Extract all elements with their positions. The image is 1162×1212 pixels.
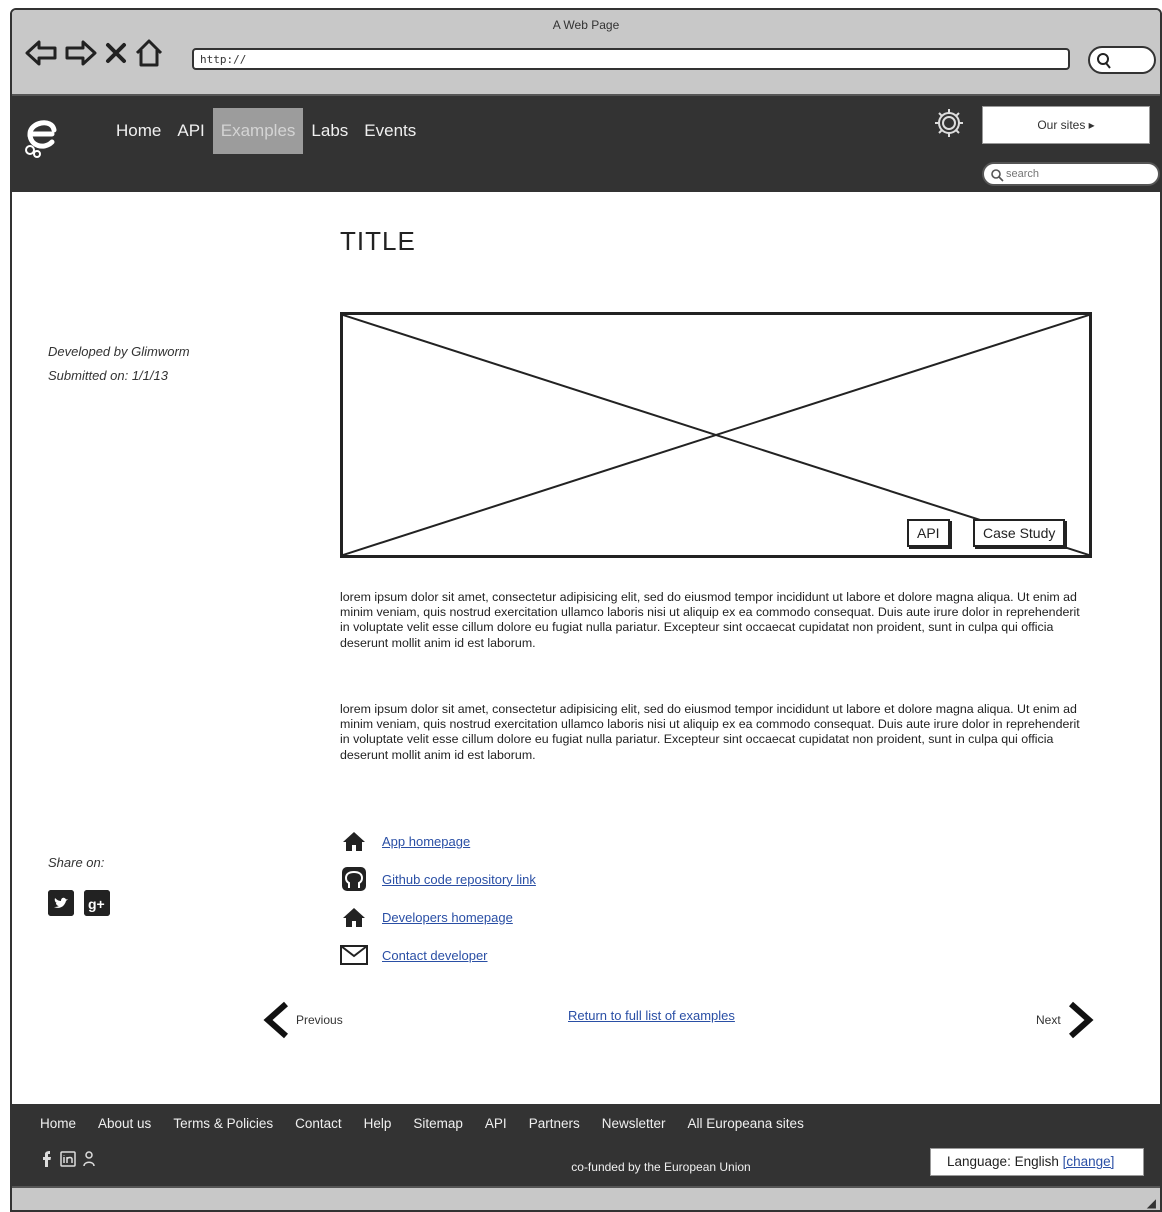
forward-arrow-icon[interactable]: [64, 39, 98, 67]
language-change-link[interactable]: [change]: [1063, 1154, 1115, 1169]
home-icon: [340, 827, 368, 855]
page-title: TITLE: [340, 226, 416, 256]
app-homepage-link[interactable]: App homepage: [382, 834, 470, 849]
home-icon[interactable]: [134, 38, 164, 68]
link-developers-homepage: Developers homepage: [340, 898, 536, 936]
footer-partners[interactable]: Partners: [529, 1116, 580, 1131]
api-button[interactable]: API: [907, 519, 950, 547]
footer-about[interactable]: About us: [98, 1116, 151, 1131]
gear-icon[interactable]: [932, 106, 966, 145]
language-selector: Language: English [change]: [930, 1148, 1144, 1176]
developers-homepage-link[interactable]: Developers homepage: [382, 910, 513, 925]
browser-nav: [24, 38, 164, 68]
search-icon: [991, 169, 1004, 182]
next-label: Next: [1036, 1013, 1061, 1027]
resize-grip-icon[interactable]: ◢: [1147, 1196, 1156, 1210]
github-icon: [340, 865, 368, 893]
return-to-list-link[interactable]: Return to full list of examples: [568, 1008, 735, 1023]
site-logo[interactable]: [22, 110, 62, 163]
hero-image-placeholder: API Case Study: [340, 312, 1092, 558]
window-title: A Web Page: [552, 18, 620, 32]
nav-examples[interactable]: Examples: [212, 108, 304, 154]
nav-events[interactable]: Events: [356, 108, 424, 154]
share-label: Share on:: [48, 855, 105, 870]
footer-api[interactable]: API: [485, 1116, 507, 1131]
site-footer: Home About us Terms & Policies Contact H…: [12, 1104, 1160, 1186]
mail-icon: [340, 941, 368, 969]
google-plus-icon[interactable]: g+: [84, 890, 110, 916]
browser-window: A Web Page http:// Home API Examples Lab…: [10, 8, 1162, 1212]
chevron-right-icon: [1068, 1001, 1094, 1039]
nav-labs[interactable]: Labs: [303, 108, 356, 154]
next-button[interactable]: Next: [1036, 1000, 1095, 1040]
previous-button[interactable]: Previous: [262, 1000, 343, 1040]
previous-label: Previous: [296, 1013, 343, 1027]
url-input[interactable]: http://: [192, 48, 1070, 70]
github-link[interactable]: Github code repository link: [382, 872, 536, 887]
svg-text:g+: g+: [88, 896, 105, 912]
nav-home[interactable]: Home: [108, 108, 169, 154]
home-icon: [340, 903, 368, 931]
project-meta: Developed by Glimworm Submitted on: 1/1/…: [48, 340, 190, 388]
link-app-homepage: App homepage: [340, 822, 536, 860]
footer-home[interactable]: Home: [40, 1116, 76, 1131]
contact-developer-link[interactable]: Contact developer: [382, 948, 488, 963]
site-header: Home API Examples Labs Events Our sites …: [12, 96, 1160, 192]
browser-chrome: A Web Page http://: [12, 10, 1160, 96]
link-github: Github code repository link: [340, 860, 536, 898]
search-input[interactable]: [1006, 166, 1146, 182]
site-search: [982, 162, 1160, 186]
language-label: Language: English: [947, 1154, 1059, 1169]
link-contact-developer: Contact developer: [340, 936, 536, 974]
chevron-left-icon: [263, 1001, 288, 1039]
footer-contact[interactable]: Contact: [295, 1116, 342, 1131]
close-icon[interactable]: [104, 39, 128, 67]
magnifier-icon: [1097, 53, 1111, 69]
developed-by: Developed by Glimworm: [48, 344, 190, 359]
case-study-button[interactable]: Case Study: [973, 519, 1066, 547]
footer-newsletter[interactable]: Newsletter: [602, 1116, 666, 1131]
project-links: App homepage Github code repository link…: [340, 822, 536, 974]
browser-status-bar: ◢: [12, 1186, 1160, 1210]
main-nav: Home API Examples Labs Events: [108, 108, 424, 154]
footer-terms[interactable]: Terms & Policies: [173, 1116, 273, 1131]
footer-sitemap[interactable]: Sitemap: [413, 1116, 463, 1131]
footer-nav: Home About us Terms & Policies Contact H…: [40, 1116, 826, 1131]
submitted-on: Submitted on: 1/1/13: [48, 368, 168, 383]
description-paragraph-2: lorem ipsum dolor sit amet, consectetur …: [340, 702, 1080, 762]
share-icons: g+: [48, 890, 110, 916]
footer-help[interactable]: Help: [364, 1116, 392, 1131]
nav-api[interactable]: API: [169, 108, 212, 154]
footer-all-sites[interactable]: All Europeana sites: [688, 1116, 804, 1131]
europeana-logo-icon: [25, 120, 57, 158]
browser-search-button[interactable]: [1088, 46, 1156, 74]
twitter-icon[interactable]: [48, 890, 74, 916]
back-arrow-icon[interactable]: [24, 39, 58, 67]
description-paragraph-1: lorem ipsum dolor sit amet, consectetur …: [340, 590, 1080, 650]
our-sites-button[interactable]: Our sites ▸: [982, 106, 1150, 144]
